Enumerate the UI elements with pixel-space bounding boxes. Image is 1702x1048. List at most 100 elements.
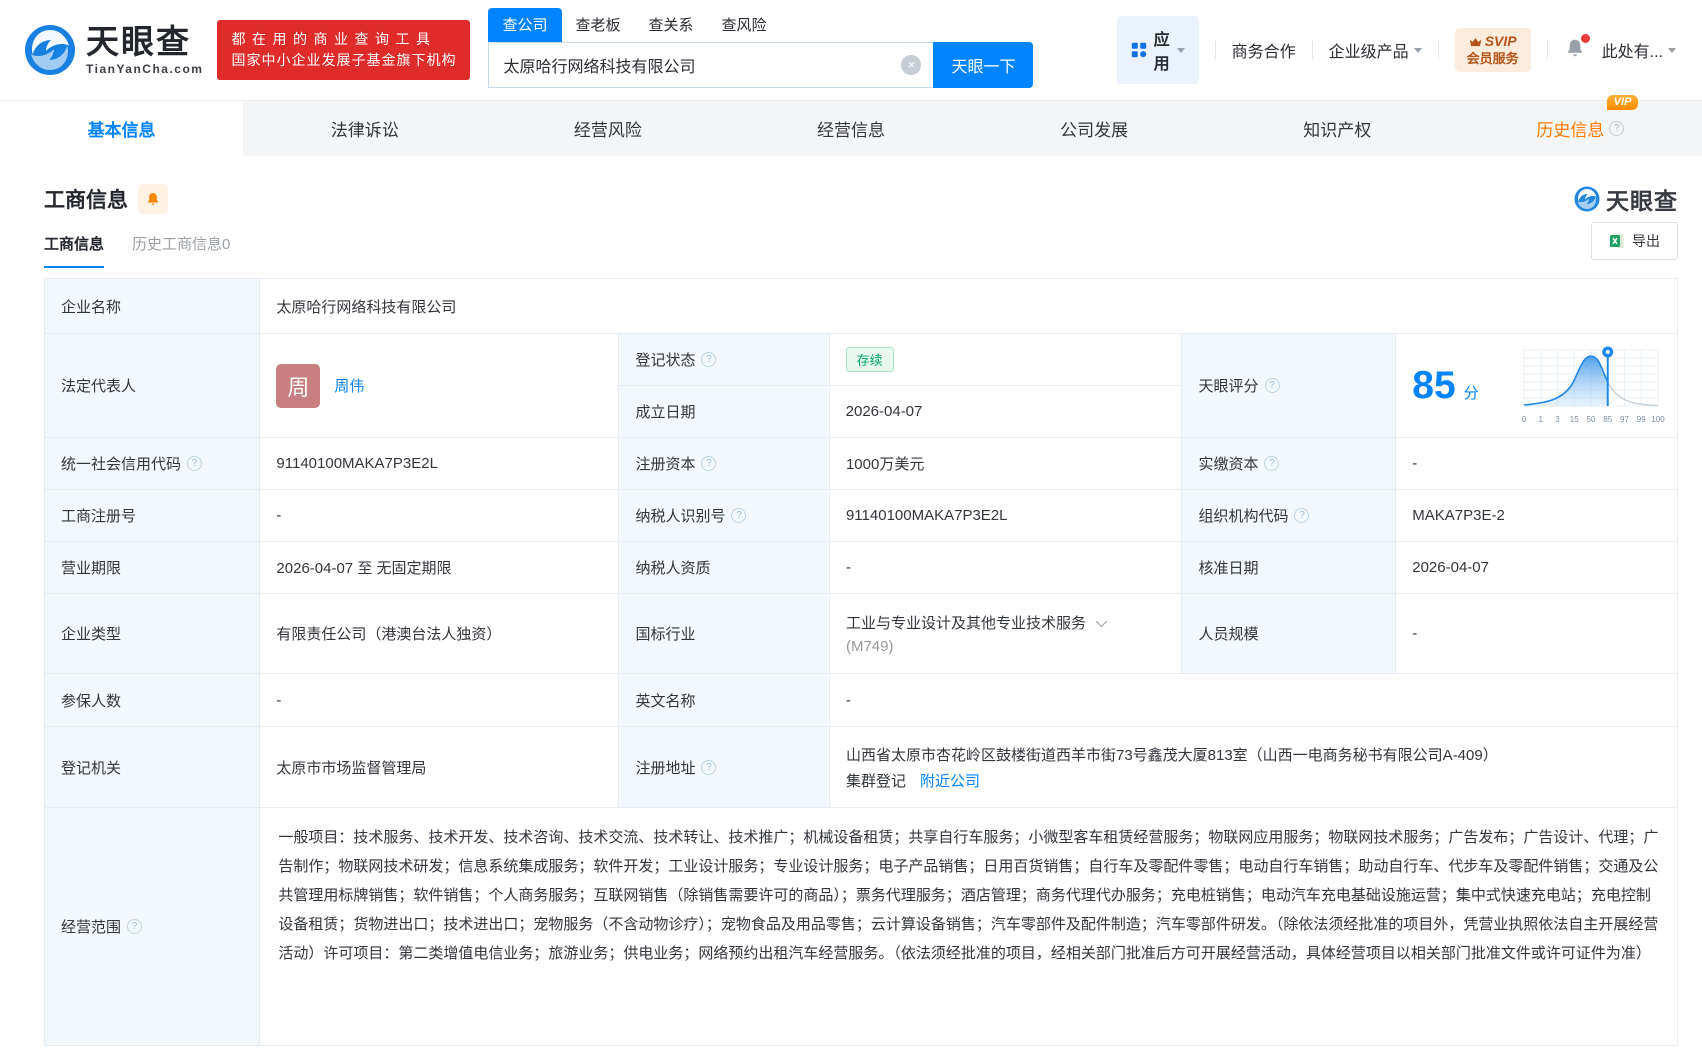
help-icon[interactable] — [127, 919, 142, 934]
legal-rep-avatar[interactable]: 周 — [276, 364, 320, 408]
legal-rep-link[interactable]: 周伟 — [334, 375, 364, 396]
score-unit: 分 — [1464, 382, 1479, 403]
industry-value: 工业与专业设计及其他专业技术服务 — [846, 612, 1086, 633]
table-row: 企业类型 有限责任公司（港澳台法人独资） 国标行业 工业与专业设计及其他专业技术… — [45, 594, 1677, 674]
tab-company-development[interactable]: 公司发展 — [973, 101, 1216, 156]
tab-intellectual-property[interactable]: 知识产权 — [1216, 101, 1459, 156]
subscribe-bell-button[interactable] — [138, 184, 168, 214]
search-block: 查公司 查老板 查关系 查风险 天眼一下 — [488, 12, 1033, 88]
svg-text:100: 100 — [1651, 415, 1665, 424]
user-account-menu[interactable]: 此处有... — [1602, 38, 1676, 62]
field-label: 企业类型 — [61, 623, 121, 644]
tianyancha-logo-icon — [24, 24, 76, 76]
field-label: 经营范围 — [61, 916, 121, 937]
field-label: 人员规模 — [1198, 623, 1258, 644]
nearby-companies-link[interactable]: 附近公司 — [920, 770, 980, 791]
chevron-down-icon — [1668, 48, 1676, 53]
search-button[interactable]: 天眼一下 — [933, 42, 1033, 88]
subtab-history-registration[interactable]: 历史工商信息0 — [132, 233, 230, 268]
field-label: 注册地址 — [635, 757, 695, 778]
field-label: 法定代表人 — [61, 375, 136, 396]
industry-code: (M749) — [846, 638, 894, 655]
org-code-value: MAKA7P3E-2 — [1412, 507, 1505, 524]
help-icon[interactable] — [1294, 508, 1309, 523]
search-input[interactable] — [488, 42, 933, 88]
help-icon[interactable] — [731, 508, 746, 523]
export-button[interactable]: 导出 — [1591, 222, 1678, 260]
svg-text:85: 85 — [1603, 415, 1612, 424]
search-tabs: 查公司 查老板 查关系 查风险 — [488, 12, 1033, 42]
help-icon[interactable] — [1609, 121, 1624, 136]
help-icon[interactable] — [701, 456, 716, 471]
vip-badge: VIP — [1607, 95, 1639, 110]
tianyancha-company-page: 天眼查 TianYanCha.com 都在用的商业查询工具 国家中小企业发展子基… — [0, 0, 1702, 1048]
field-label: 参保人数 — [61, 690, 121, 711]
field-label: 纳税人识别号 — [635, 505, 725, 526]
divider — [1312, 41, 1313, 59]
excel-icon — [1609, 233, 1625, 249]
divider — [1215, 41, 1216, 59]
tab-history-info[interactable]: 历史信息 VIP — [1459, 101, 1702, 156]
reg-capital-value: 1000万美元 — [846, 453, 924, 474]
taxpayer-quality-value: - — [846, 559, 851, 576]
chevron-down-icon — [1414, 48, 1422, 53]
tianyancha-logo[interactable]: 天眼查 TianYanCha.com — [24, 24, 203, 76]
field-label: 注册资本 — [635, 453, 695, 474]
company-type-value: 有限责任公司（港澳台法人独资） — [276, 623, 501, 644]
tab-legal-proceedings[interactable]: 法律诉讼 — [243, 101, 486, 156]
search-tab-relation[interactable]: 查关系 — [635, 8, 708, 42]
logo-title: 天眼查 — [86, 25, 203, 58]
main-content: 工商信息 天眼查 工商信息 历史工商信息0 — [0, 182, 1702, 1046]
bell-icon — [145, 191, 161, 207]
help-icon[interactable] — [1264, 456, 1279, 471]
field-label: 组织机构代码 — [1198, 505, 1288, 526]
enterprise-products-menu[interactable]: 企业级产品 — [1329, 38, 1422, 62]
logo-domain: TianYanCha.com — [86, 63, 203, 75]
expand-chevron-icon[interactable] — [1096, 615, 1107, 626]
tab-basic-info[interactable]: 基本信息 — [0, 101, 243, 156]
banner-line2: 国家中小企业发展子基金旗下机构 — [231, 50, 456, 71]
field-label: 登记状态 — [635, 349, 695, 370]
subtab-current-registration[interactable]: 工商信息 — [44, 233, 104, 268]
registration-info-table: 企业名称 太原哈行网络科技有限公司 法定代表人 周 周伟 登记状态 — [44, 278, 1678, 1046]
insured-count-value: - — [276, 692, 281, 709]
apps-menu-label: 应用 — [1154, 26, 1170, 74]
search-tab-boss[interactable]: 查老板 — [562, 8, 635, 42]
field-label: 企业名称 — [61, 296, 121, 317]
brand-slogan-banner: 都在用的商业查询工具 国家中小企业发展子基金旗下机构 — [217, 20, 470, 80]
table-row: 经营范围 一般项目：技术服务、技术开发、技术咨询、技术交流、技术转让、技术推广；… — [45, 808, 1677, 1046]
field-label: 工商注册号 — [61, 505, 136, 526]
field-label: 成立日期 — [635, 401, 695, 422]
field-label: 登记机关 — [61, 757, 121, 778]
field-label: 实缴资本 — [1198, 453, 1258, 474]
divider — [1547, 41, 1548, 59]
score-distribution-chart: 0131550859799100 — [1515, 342, 1667, 430]
field-label: 营业期限 — [61, 557, 121, 578]
crown-icon — [1469, 37, 1482, 47]
help-icon[interactable] — [1265, 378, 1280, 393]
chevron-down-icon — [1177, 48, 1185, 53]
notification-dot — [1581, 34, 1590, 43]
company-section-tabs: 基本信息 法律诉讼 经营风险 经营信息 公司发展 知识产权 历史信息 VIP — [0, 100, 1702, 156]
tab-business-info[interactable]: 经营信息 — [729, 101, 972, 156]
svip-membership-button[interactable]: SVIP 会员服务 — [1455, 28, 1531, 72]
search-tab-company[interactable]: 查公司 — [488, 8, 561, 42]
help-icon[interactable] — [701, 760, 716, 775]
company-name-value: 太原哈行网络科技有限公司 — [276, 296, 456, 317]
search-tab-risk[interactable]: 查风险 — [708, 8, 781, 42]
table-row: 营业期限 2026-04-07 至 无固定期限 纳税人资质 - 核准日期 202… — [45, 542, 1677, 594]
approval-date-value: 2026-04-07 — [1412, 559, 1489, 576]
table-row: 参保人数 - 英文名称 - — [45, 674, 1677, 727]
apps-menu[interactable]: 应用 — [1117, 16, 1199, 84]
establish-date-value: 2026-04-07 — [846, 403, 923, 420]
reg-authority-value: 太原市市场监督管理局 — [276, 757, 426, 778]
tianyancha-watermark: 天眼查 — [1574, 182, 1678, 216]
divider — [1438, 41, 1439, 59]
business-cooperation-link[interactable]: 商务合作 — [1232, 38, 1296, 62]
tab-operational-risk[interactable]: 经营风险 — [486, 101, 729, 156]
notifications-bell-icon[interactable] — [1564, 37, 1586, 64]
cluster-registration-label: 集群登记 — [846, 770, 906, 791]
help-icon[interactable] — [701, 352, 716, 367]
credit-code-value: 91140100MAKA7P3E2L — [276, 455, 438, 472]
help-icon[interactable] — [187, 456, 202, 471]
